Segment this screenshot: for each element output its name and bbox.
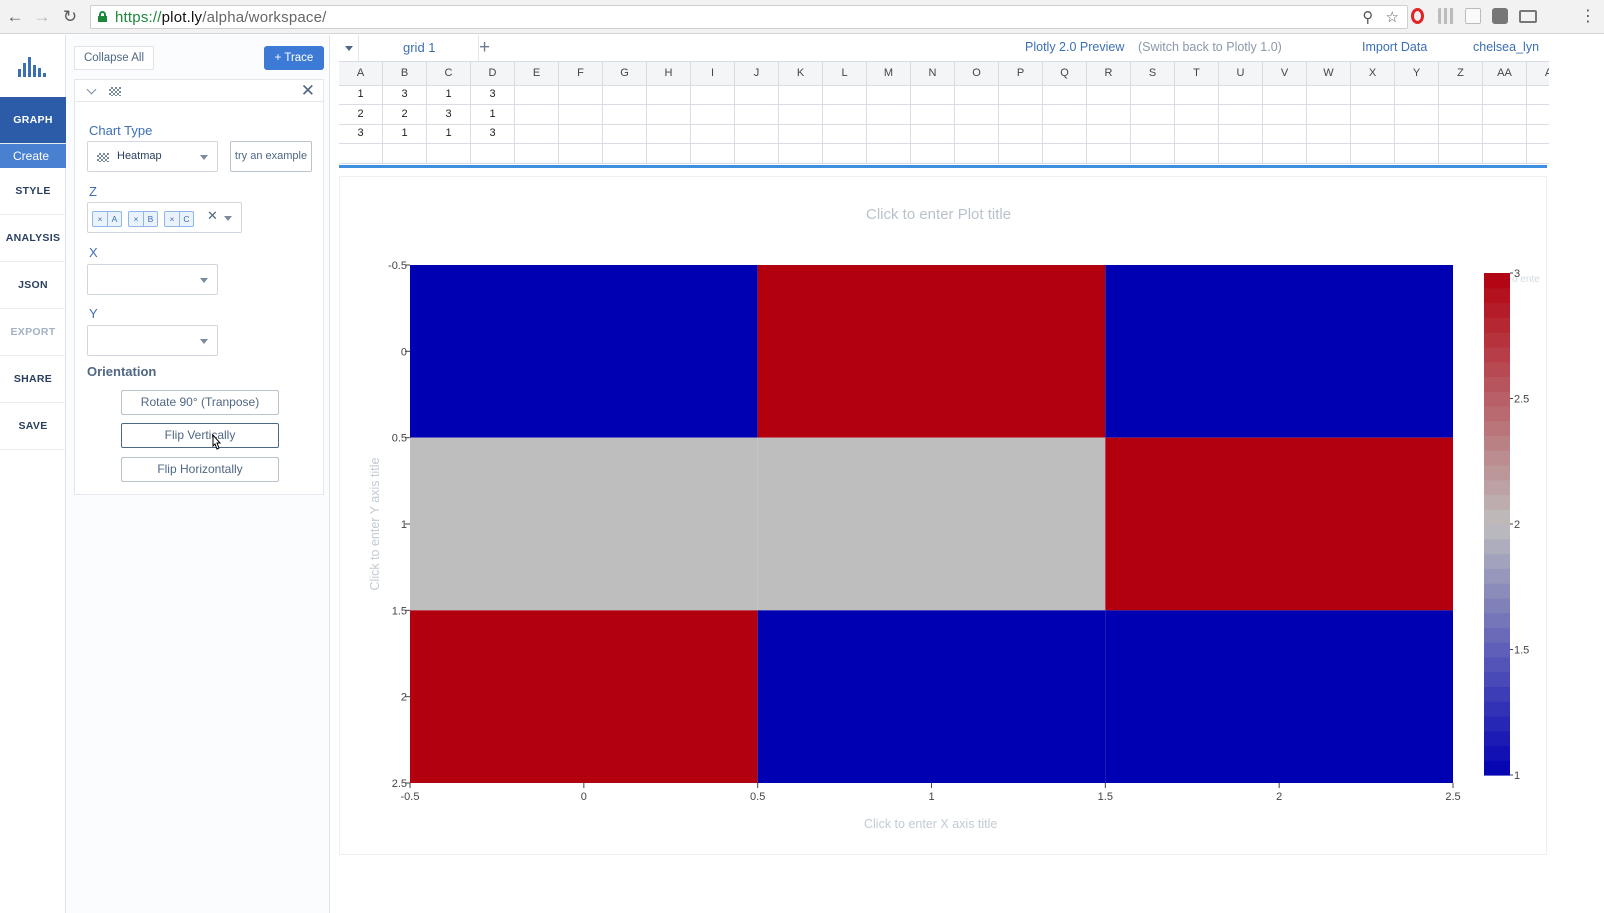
colorbar-segment	[1484, 760, 1510, 776]
x-tick-label: 2	[1276, 791, 1282, 803]
colorbar-segment	[1484, 420, 1510, 437]
colorbar-tick-label: 2.5	[1514, 394, 1529, 406]
colorbar-segment	[1484, 287, 1510, 304]
colorbar-segment	[1484, 450, 1510, 466]
y-tick-label: 1.5	[392, 605, 407, 617]
y-tick-label: 1	[401, 519, 407, 531]
colorbar-segment	[1484, 435, 1510, 451]
colorbar-segment	[1484, 612, 1510, 628]
colorbar-segment	[1484, 479, 1510, 496]
colorbar-segment	[1484, 568, 1510, 584]
colorbar-segment	[1484, 671, 1510, 688]
heatmap-cell	[1105, 610, 1453, 783]
colorbar-segment	[1484, 405, 1510, 422]
colorbar-segment	[1484, 391, 1510, 407]
heatmap-cell	[757, 610, 1106, 783]
heatmap-cell	[410, 265, 758, 438]
heatmap-cell	[410, 610, 758, 783]
y-tick-label: 2.5	[392, 778, 407, 790]
heatmap-chart[interactable]: -0.5 0 0.5 1 1.5 2 2.5-0.500.511.522.511.522.5…	[0, 0, 1604, 913]
colorbar-tick-label: 3	[1514, 268, 1520, 280]
colorbar-segment	[1484, 553, 1510, 569]
y-tick-label: 0.5	[392, 433, 407, 445]
colorbar-segment	[1484, 346, 1510, 363]
y-tick-label: 0	[401, 346, 407, 358]
colorbar-segment	[1484, 524, 1510, 540]
colorbar-tick-label: 2	[1514, 519, 1520, 531]
colorbar-segment	[1484, 464, 1510, 481]
x-tick-label: -0.5	[401, 791, 420, 803]
colorbar-segment	[1484, 597, 1510, 614]
colorbar-segment	[1484, 701, 1510, 717]
x-tick-label: 1	[928, 791, 934, 803]
colorbar-segment	[1484, 730, 1510, 747]
y-tick-label: 2	[401, 692, 407, 704]
colorbar-tick-label: 1	[1514, 770, 1520, 782]
colorbar-segment	[1484, 332, 1510, 348]
colorbar-segment	[1484, 494, 1510, 510]
x-tick-label: 0	[581, 791, 587, 803]
colorbar-segment	[1484, 642, 1510, 658]
y-tick-label: -0.5	[388, 260, 407, 272]
heatmap-cell	[1105, 265, 1453, 438]
colorbar-segment	[1484, 302, 1510, 318]
heatmap-cell	[757, 437, 1106, 611]
x-tick-label: 1.5	[1098, 791, 1113, 803]
colorbar-segment	[1484, 715, 1510, 732]
colorbar-segment	[1484, 627, 1510, 643]
colorbar-segment	[1484, 745, 1510, 761]
colorbar-segment	[1484, 509, 1510, 525]
x-tick-label: 0.5	[750, 791, 765, 803]
colorbar-segment	[1484, 686, 1510, 702]
colorbar-segment	[1484, 376, 1510, 392]
colorbar-segment	[1484, 656, 1510, 673]
colorbar-segment	[1484, 538, 1510, 555]
colorbar-tick-label: 1.5	[1514, 645, 1529, 657]
x-tick-label: 2.5	[1445, 791, 1460, 803]
colorbar-segment	[1484, 273, 1510, 289]
colorbar-segment	[1484, 317, 1510, 333]
colorbar-segment	[1484, 583, 1510, 599]
heatmap-cell	[757, 265, 1106, 438]
heatmap-cell	[1105, 437, 1453, 611]
heatmap-cell	[410, 437, 758, 611]
colorbar-segment	[1484, 361, 1510, 377]
